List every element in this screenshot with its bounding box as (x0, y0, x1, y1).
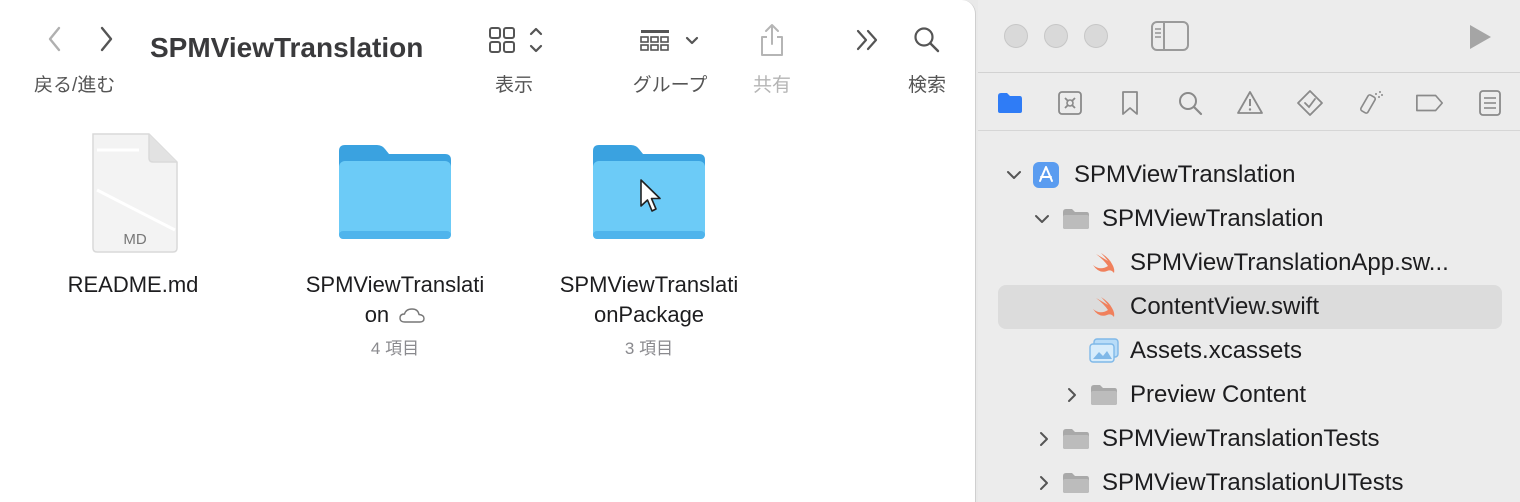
folder-icon (587, 128, 711, 258)
chevron-right-icon[interactable] (1034, 473, 1054, 493)
view-button[interactable]: 表示 (480, 20, 548, 97)
back-forward-label: 戻る/進む (34, 75, 116, 96)
window-close-button[interactable] (1004, 24, 1028, 48)
share-label: 共有 (752, 75, 791, 96)
group-folder-icon (1060, 205, 1092, 233)
tree-row-app-swift[interactable]: SPMViewTranslationApp.sw... (998, 241, 1502, 285)
view-label: 表示 (494, 75, 533, 96)
share-button[interactable]: 共有 (742, 20, 802, 97)
search-icon (914, 27, 940, 53)
item-count: 4 項目 (370, 339, 420, 358)
group-button[interactable]: グループ (622, 20, 718, 97)
search-label: 検索 (907, 75, 946, 96)
swift-icon (1088, 249, 1120, 277)
svg-text:MD: MD (123, 231, 146, 248)
sidebar-toggle-button[interactable] (1150, 20, 1190, 57)
tree-label: Assets.xcassets (1130, 337, 1303, 364)
finder-window: 戻る/進む SPMViewTranslation 表示 グループ 共有 検索 M… (0, 0, 976, 502)
app-icon (1030, 161, 1062, 189)
folder-spmviewtranslation[interactable]: SPMViewTranslati on 4 項目 (280, 128, 510, 359)
tab-bookmarks[interactable] (1115, 88, 1145, 118)
source-control-icon (1058, 91, 1082, 115)
chevron-right-icon[interactable] (1062, 385, 1082, 405)
tree-row-group[interactable]: SPMViewTranslation (998, 197, 1502, 241)
tab-breakpoints[interactable] (1415, 88, 1445, 118)
search-button[interactable]: 検索 (900, 20, 954, 97)
file-name: README.md (67, 272, 199, 297)
tab-debug[interactable] (1355, 88, 1385, 118)
back-button[interactable] (40, 22, 70, 56)
xcode-window: SPMViewTranslation SPMViewTranslation SP… (978, 0, 1520, 502)
tree-label: Preview Content (1130, 381, 1307, 408)
group-folder-icon (1060, 469, 1092, 497)
tab-project-navigator[interactable] (995, 88, 1025, 118)
item-count: 3 項目 (624, 339, 674, 358)
breakpoint-icon (1416, 94, 1444, 112)
file-name: SPMViewTranslati on (305, 272, 485, 327)
chevron-down-icon[interactable] (1004, 165, 1024, 185)
bookmark-icon (1122, 91, 1138, 115)
group-folder-icon (1088, 381, 1120, 409)
issue-icon (1237, 91, 1263, 114)
tab-tests[interactable] (1295, 88, 1325, 118)
tree-row-tests[interactable]: SPMViewTranslationTests (998, 417, 1502, 461)
tab-find[interactable] (1175, 88, 1205, 118)
tab-issues[interactable] (1235, 88, 1265, 118)
folder-icon (998, 93, 1022, 113)
toolbar-divider (978, 72, 1520, 73)
tree-row-contentview-swift[interactable]: ContentView.swift (998, 285, 1502, 329)
double-chevron-right-icon (856, 29, 878, 51)
tree-label: SPMViewTranslation (1074, 161, 1296, 188)
find-icon (1179, 92, 1203, 116)
icon-grid-view-icon (489, 27, 543, 53)
window-minimize-button[interactable] (1044, 24, 1068, 48)
navigator-divider (978, 130, 1520, 131)
tab-source-control[interactable] (1055, 88, 1085, 118)
more-toolbar-button[interactable] (846, 20, 890, 60)
window-zoom-button[interactable] (1084, 24, 1108, 48)
share-icon (761, 24, 783, 56)
chevron-left-icon (48, 26, 61, 52)
folder-icon (333, 128, 457, 258)
file-readme[interactable]: MD README.md (18, 128, 248, 300)
chevron-right-icon (100, 26, 113, 52)
tree-row-uitests[interactable]: SPMViewTranslationUITests (998, 461, 1502, 502)
run-button[interactable] (1466, 22, 1494, 57)
tab-reports[interactable] (1475, 88, 1505, 118)
sidebar-icon (1151, 21, 1189, 51)
test-icon (1297, 90, 1323, 116)
markdown-file-icon: MD (83, 128, 183, 258)
tree-row-assets[interactable]: Assets.xcassets (998, 329, 1502, 373)
tree-row-preview-content[interactable]: Preview Content (998, 373, 1502, 417)
tree-label: SPMViewTranslationTests (1102, 425, 1380, 452)
forward-button[interactable] (91, 22, 121, 56)
window-title: SPMViewTranslation (150, 32, 424, 63)
cloud-icon (399, 308, 425, 323)
report-icon (1479, 90, 1501, 116)
mouse-pointer-icon (640, 179, 661, 212)
tree-label: SPMViewTranslationUITests (1102, 469, 1404, 496)
tree-label: SPMViewTranslation (1102, 205, 1324, 232)
debug-icon (1359, 91, 1383, 114)
swift-icon (1088, 293, 1120, 321)
group-folder-icon (1060, 425, 1092, 453)
tree-row-project[interactable]: SPMViewTranslation (998, 153, 1502, 197)
tree-label: SPMViewTranslationApp.sw... (1130, 249, 1449, 276)
group-label: グループ (632, 75, 708, 96)
play-icon (1470, 25, 1491, 49)
folder-spmviewtranslationpackage[interactable]: SPMViewTranslati onPackage 3 項目 (534, 128, 764, 359)
file-name: SPMViewTranslati onPackage (559, 272, 739, 327)
chevron-down-icon[interactable] (1032, 209, 1052, 229)
tree-label: ContentView.swift (1130, 293, 1319, 320)
assets-icon (1088, 337, 1120, 365)
group-icon (640, 30, 699, 51)
chevron-right-icon[interactable] (1034, 429, 1054, 449)
navigator-tab-bar (978, 78, 1520, 130)
